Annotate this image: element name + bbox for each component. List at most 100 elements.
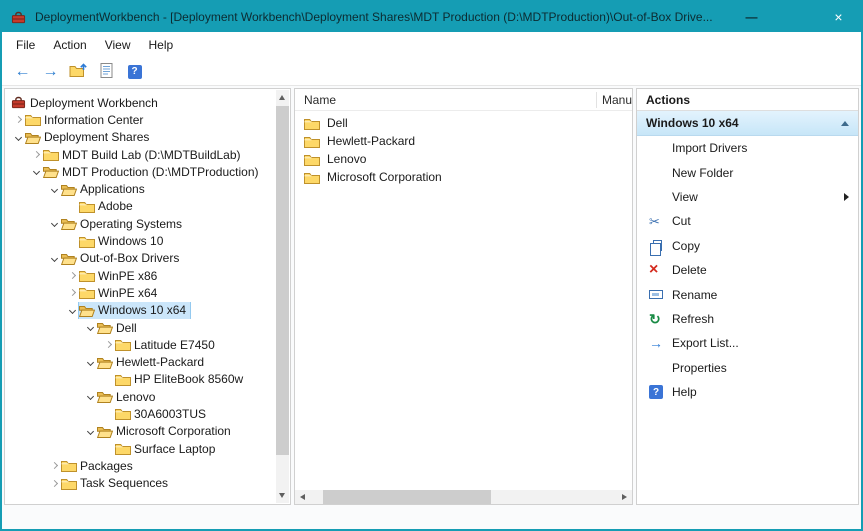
scroll-down-icon[interactable] (279, 493, 285, 498)
list-item-lenovo[interactable]: Lenovo (295, 150, 632, 168)
tree-item-hp-elitebook-8560w[interactable]: HP EliteBook 8560w (5, 371, 275, 388)
chevron-down-icon[interactable] (29, 169, 43, 174)
tree-item-latitude-e7450[interactable]: Latitude E7450 (5, 336, 275, 353)
list-item-hewlett-packard[interactable]: Hewlett-Packard (295, 132, 632, 150)
chevron-right-icon[interactable] (11, 117, 25, 122)
tree-item-label: Deployment Shares (43, 129, 153, 145)
folder-closed-icon (79, 200, 97, 213)
collapse-section-icon[interactable] (841, 121, 849, 126)
close-icon: × (834, 9, 842, 25)
chevron-right-icon[interactable] (47, 481, 61, 486)
actions-section-header[interactable]: Windows 10 x64 (637, 111, 858, 136)
rename-icon (649, 290, 663, 299)
help-button[interactable]: ? (122, 60, 147, 84)
tree-item-label: WinPE x64 (97, 285, 161, 301)
menu-view[interactable]: View (96, 33, 140, 57)
column-header-name[interactable]: Name (295, 93, 596, 107)
chevron-down-icon[interactable] (11, 135, 25, 140)
forward-button[interactable]: → (38, 60, 63, 84)
action-new-folder[interactable]: New Folder (637, 160, 858, 184)
scroll-right-icon[interactable] (622, 494, 627, 500)
tree-item-operating-systems[interactable]: Operating Systems (5, 215, 275, 232)
tree-item-label: MDT Build Lab (D:\MDTBuildLab) (61, 147, 245, 163)
chevron-down-icon[interactable] (83, 360, 97, 365)
scroll-left-icon[interactable] (300, 494, 305, 500)
tree-item-deployment-workbench[interactable]: Deployment Workbench (5, 94, 275, 111)
chevron-right-icon[interactable] (29, 152, 43, 157)
list-item-microsoft-corporation[interactable]: Microsoft Corporation (295, 168, 632, 186)
up-one-level-button[interactable] (66, 60, 91, 84)
tree-item-microsoft-corporation[interactable]: Microsoft Corporation (5, 423, 275, 440)
action-refresh[interactable]: ↻Refresh (637, 307, 858, 331)
action-icon-cell: → (649, 336, 672, 350)
column-header-manufacturer[interactable]: Manu (596, 92, 632, 108)
export-list-button[interactable] (94, 60, 119, 84)
tree-item-winpe-x64[interactable]: WinPE x64 (5, 284, 275, 301)
action-view[interactable]: View (637, 185, 858, 209)
tree-item-adobe[interactable]: Adobe (5, 198, 275, 215)
action-rename[interactable]: Rename (637, 282, 858, 306)
action-icon-cell: ? (649, 385, 672, 399)
back-icon: ← (15, 64, 31, 80)
folder-open-icon (97, 356, 115, 369)
chevron-down-icon[interactable] (47, 187, 61, 192)
tree-item-label: Dell (115, 320, 141, 336)
tree-item-mdt-production-d-mdtproduction[interactable]: MDT Production (D:\MDTProduction) (5, 163, 275, 180)
chevron-down-icon[interactable] (83, 325, 97, 330)
action-copy[interactable]: Copy (637, 234, 858, 258)
tree-item-applications[interactable]: Applications (5, 180, 275, 197)
close-button[interactable]: × (816, 2, 861, 32)
menu-help[interactable]: Help (140, 33, 183, 57)
scrollbar-thumb[interactable] (276, 106, 289, 455)
action-export-list[interactable]: →Export List... (637, 331, 858, 355)
list-body: Dell Hewlett-Packard LenovoMicrosoft Corpo… (295, 111, 632, 490)
action-help[interactable]: ? Help (637, 380, 858, 404)
tree-item-windows-10-x64[interactable]: Windows 10 x64 (5, 302, 275, 319)
action-label: Help (672, 385, 697, 399)
tree-item-hewlett-packard[interactable]: Hewlett-Packard (5, 353, 275, 370)
list-item-dell[interactable]: Dell (295, 114, 632, 132)
tree-item-dell[interactable]: Dell (5, 319, 275, 336)
help-icon: ? (649, 385, 663, 399)
chevron-right-icon[interactable] (101, 342, 115, 347)
action-properties[interactable]: Properties (637, 356, 858, 380)
tree-item-30a6003tus[interactable]: 30A6003TUS (5, 405, 275, 422)
tree-item-mdt-build-lab-d-mdtbuildlab[interactable]: MDT Build Lab (D:\MDTBuildLab) (5, 146, 275, 163)
actions-list: Import DriversNew FolderView✂CutCopy×Del… (637, 136, 858, 404)
tree-item-windows-10[interactable]: Windows 10 (5, 232, 275, 249)
tree-item-deployment-shares[interactable]: Deployment Shares (5, 129, 275, 146)
tree-item-task-sequences[interactable]: Task Sequences (5, 475, 275, 492)
chevron-down-icon[interactable] (65, 308, 79, 313)
list-horizontal-scrollbar[interactable] (295, 490, 632, 504)
minimize-button[interactable]: — (729, 2, 774, 32)
action-icon-cell (649, 290, 672, 299)
tree-item-lenovo[interactable]: Lenovo (5, 388, 275, 405)
chevron-down-icon[interactable] (47, 256, 61, 261)
list-item-label: Hewlett-Packard (327, 134, 415, 148)
chevron-down-icon[interactable] (47, 221, 61, 226)
chevron-right-icon[interactable] (47, 463, 61, 468)
tree-item-winpe-x86[interactable]: WinPE x86 (5, 267, 275, 284)
tree-item-out-of-box-drivers[interactable]: Out-of-Box Drivers (5, 250, 275, 267)
chevron-right-icon[interactable] (65, 290, 79, 295)
chevron-down-icon[interactable] (83, 394, 97, 399)
actions-section-label: Windows 10 x64 (646, 116, 739, 130)
tree-item-information-center[interactable]: Information Center (5, 111, 275, 128)
scrollbar-thumb[interactable] (323, 490, 491, 504)
chevron-right-icon[interactable] (65, 273, 79, 278)
action-import-drivers[interactable]: Import Drivers (637, 136, 858, 160)
menu-action[interactable]: Action (44, 33, 95, 57)
tree-vertical-scrollbar[interactable] (276, 90, 289, 503)
action-delete[interactable]: ×Delete (637, 258, 858, 282)
scroll-up-icon[interactable] (279, 95, 285, 100)
tree-item-label: HP EliteBook 8560w (133, 371, 247, 387)
chevron-down-icon[interactable] (83, 429, 97, 434)
action-cut[interactable]: ✂Cut (637, 209, 858, 233)
menu-file[interactable]: File (7, 33, 44, 57)
folder-open-icon (97, 321, 115, 334)
app-icon[interactable] (11, 9, 28, 25)
action-icon-cell (649, 240, 672, 251)
tree-item-surface-laptop[interactable]: Surface Laptop (5, 440, 275, 457)
back-button[interactable]: ← (10, 60, 35, 84)
tree-item-packages[interactable]: Packages (5, 457, 275, 474)
